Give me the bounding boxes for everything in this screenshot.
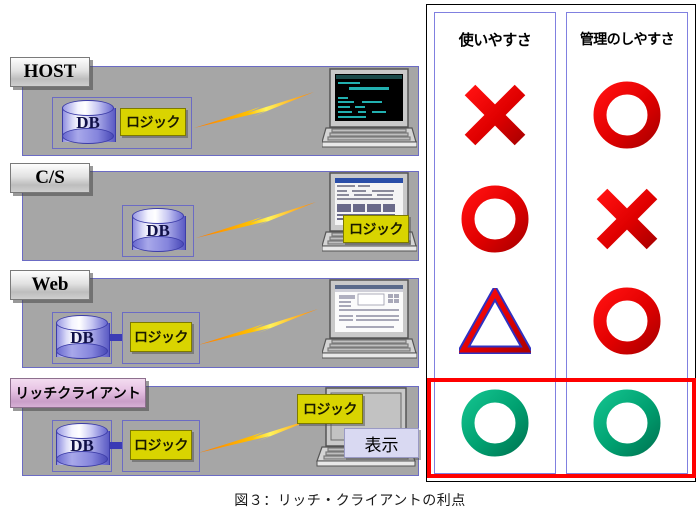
db-cylinder-rich: DB [56, 423, 110, 469]
table-cell-manageability-cs [567, 169, 687, 269]
row-title-web: Web [10, 270, 90, 300]
cross-mark-icon [596, 188, 658, 250]
logic-box-rich: ロジック [130, 430, 192, 460]
db-cylinder-cs: DB [132, 208, 186, 254]
lightning-bolt-cs [196, 202, 316, 238]
table-cell-manageability-rich-client [567, 373, 687, 473]
display-box-rich: 表示 [344, 428, 419, 458]
table-cell-usability-cs [435, 169, 555, 269]
cross-mark-icon [464, 84, 526, 146]
row-title-cs: C/S [10, 163, 90, 193]
client-logic-box-rich: ロジック [297, 394, 363, 424]
column-header: 管理のしやすさ [579, 31, 675, 47]
table-cell-manageability-web [567, 271, 687, 371]
table-column-usability: 使いやすさ [434, 12, 556, 474]
row-title-label: リッチクライアント [15, 385, 141, 401]
row-title-label: Web [31, 274, 69, 295]
logic-label: ロジック [134, 437, 189, 453]
db-label: DB [70, 328, 94, 347]
table-cell-usability-web [435, 271, 555, 371]
architecture-diagram: HOST DB ロジック C/S DB ロジック Web DB ロジック リッチ… [0, 0, 425, 490]
figure-caption: 図３：リッチ・クライアントの利点 [234, 492, 466, 508]
terminal-host [322, 68, 417, 148]
logic-label: ロジック [349, 221, 404, 237]
row-title-label: HOST [23, 61, 77, 82]
table-cell-usability-host [435, 65, 555, 165]
circle-mark-icon [593, 81, 661, 149]
circle-mark-icon [461, 185, 529, 253]
client-logic-box-cs: ロジック [343, 215, 409, 243]
laptop-web [322, 279, 417, 359]
circle-mark-icon [593, 287, 661, 355]
circle-mark-icon [461, 389, 529, 457]
triangle-mark-icon [459, 288, 531, 354]
logic-box-host: ロジック [120, 108, 186, 136]
table-column-manageability: 管理のしやすさ [566, 12, 688, 474]
table-cell-manageability-host [567, 65, 687, 165]
db-label: DB [146, 221, 170, 240]
display-label: 表示 [364, 435, 399, 455]
logic-label: ロジック [134, 329, 189, 345]
logic-label: ロジック [126, 114, 181, 130]
row-title-host: HOST [10, 57, 90, 87]
db-cylinder-web: DB [56, 315, 110, 361]
row-title-label: C/S [35, 167, 65, 188]
column-header: 使いやすさ [458, 32, 532, 49]
table-cell-usability-rich-client [435, 373, 555, 473]
circle-mark-icon [593, 389, 661, 457]
row-title-rich-client: リッチクライアント [10, 378, 146, 408]
lightning-bolt-host [194, 92, 314, 128]
logic-label: ロジック [303, 401, 358, 417]
db-label: DB [70, 436, 94, 455]
db-label: DB [76, 113, 100, 132]
db-cylinder-host: DB [62, 100, 116, 146]
lightning-bolt-web [198, 309, 318, 345]
evaluation-table: 使いやすさ 管理のしやすさ [426, 4, 696, 482]
logic-box-web: ロジック [130, 322, 192, 352]
